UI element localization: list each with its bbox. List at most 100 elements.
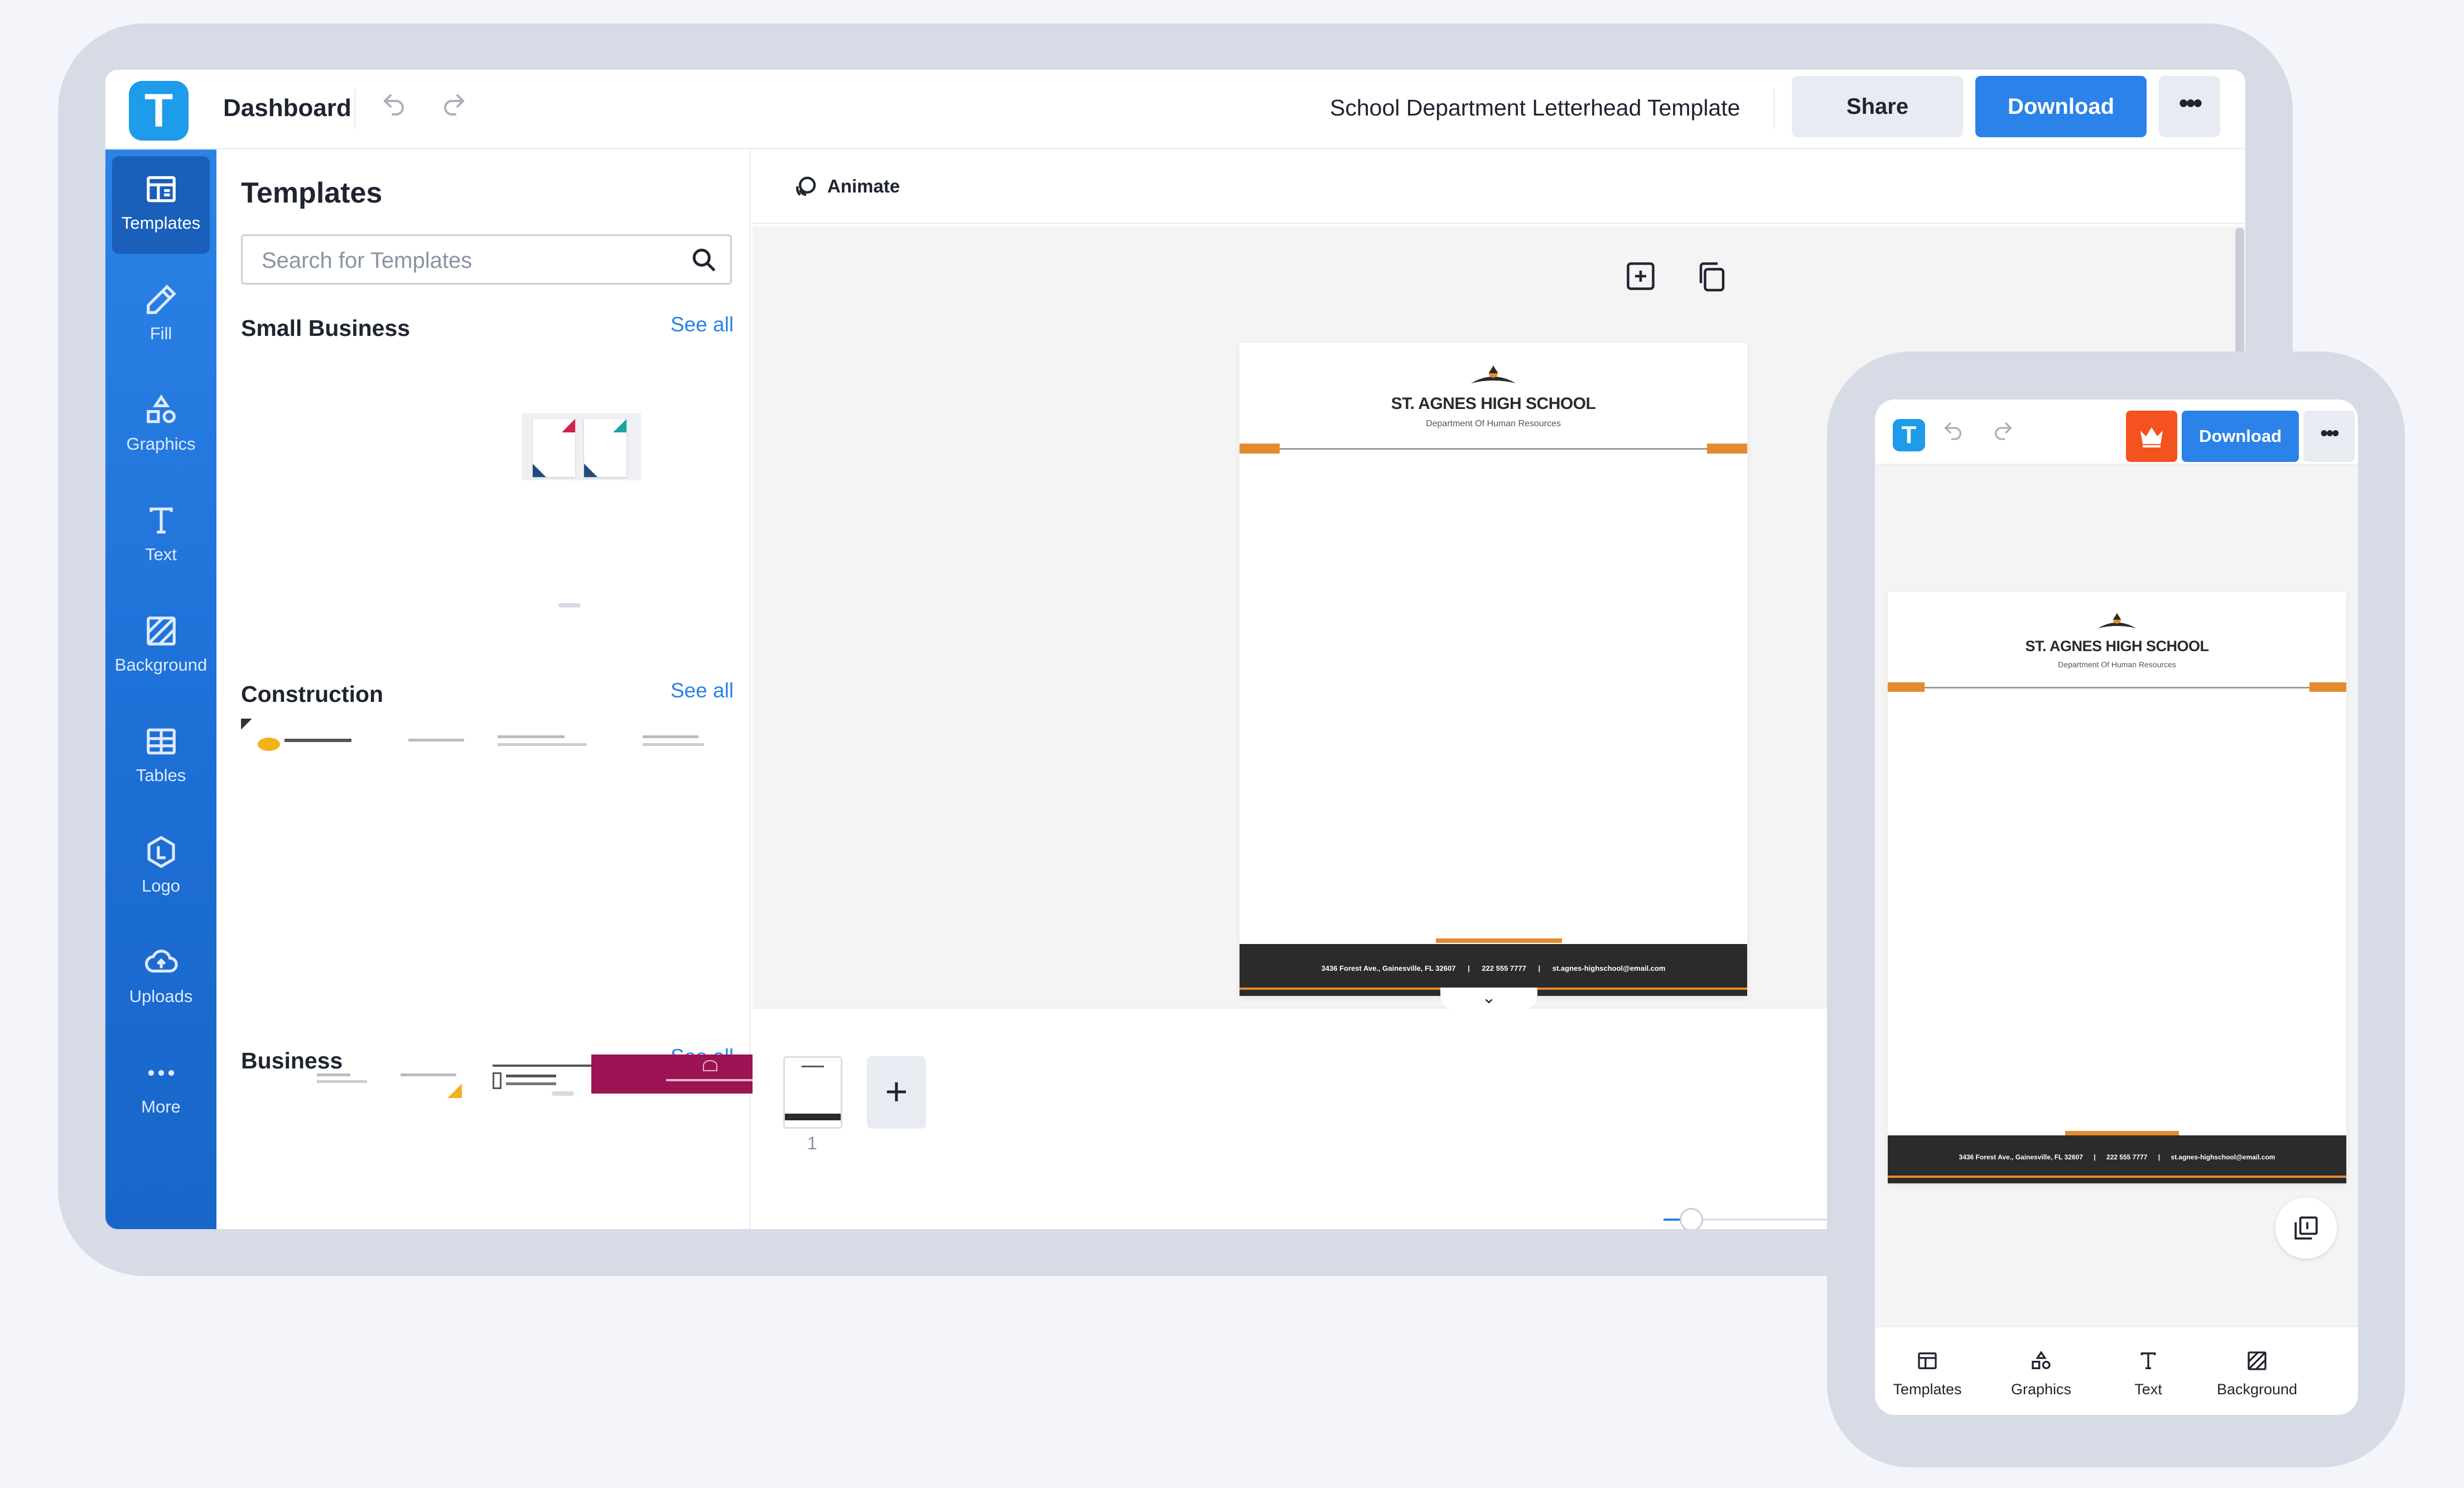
text-icon bbox=[149, 507, 173, 534]
pencil-icon bbox=[146, 285, 176, 314]
footer-separator: | bbox=[2094, 1153, 2096, 1161]
more-options-button[interactable]: ••• bbox=[2159, 76, 2220, 137]
sidebar-item-label: Fill bbox=[150, 324, 172, 343]
letterhead-page[interactable]: ST. AGNES HIGH SCHOOL Department Of Huma… bbox=[1240, 343, 1747, 996]
department-name[interactable]: Department Of Human Resources bbox=[1888, 660, 2346, 669]
nav-item-label: Templates bbox=[1893, 1381, 1962, 1398]
sidebar-item-label: Graphics bbox=[126, 434, 196, 454]
crown-icon bbox=[2140, 427, 2163, 447]
dots-icon bbox=[148, 1070, 174, 1076]
school-emblem-icon bbox=[1471, 365, 1516, 383]
app-logo[interactable]: T bbox=[129, 81, 189, 141]
undo-icon[interactable] bbox=[377, 91, 411, 126]
add-element-icon[interactable] bbox=[1624, 259, 1657, 293]
footer-separator: | bbox=[1538, 964, 1541, 972]
download-button[interactable]: Download bbox=[1975, 76, 2147, 137]
sidebar-item-uploads[interactable]: Uploads bbox=[112, 930, 210, 1027]
editor-toolbar: Animate bbox=[753, 150, 2245, 224]
duplicate-page-icon[interactable] bbox=[1695, 259, 1729, 293]
sidebar-item-label: Uploads bbox=[129, 986, 193, 1006]
footer-separator: | bbox=[1468, 964, 1470, 972]
dashboard-link[interactable]: Dashboard bbox=[223, 94, 351, 122]
sidebar-item-text[interactable]: Text bbox=[112, 488, 210, 585]
footer-phone: 222 555 7777 bbox=[2106, 1153, 2148, 1161]
section-title-construction: Construction bbox=[241, 681, 384, 707]
accent-bar bbox=[1707, 444, 1747, 454]
nav-item-background[interactable]: Background bbox=[2210, 1350, 2304, 1398]
sidebar-item-tables[interactable]: Tables bbox=[112, 709, 210, 806]
logo-icon bbox=[147, 836, 175, 868]
download-button[interactable]: Download bbox=[2182, 411, 2299, 462]
template-thumbnail[interactable] bbox=[522, 413, 641, 480]
phone-frame: T Download ••• ST. AGNES HIGH SCHOOL Dep… bbox=[1827, 351, 2405, 1467]
accent-line bbox=[1888, 1176, 2346, 1178]
department-name[interactable]: Department Of Human Resources bbox=[1240, 419, 1747, 429]
app-logo[interactable]: T bbox=[1893, 419, 1925, 451]
toolbar-divider bbox=[1773, 89, 1775, 129]
phone-screen: T Download ••• ST. AGNES HIGH SCHOOL Dep… bbox=[1875, 399, 2358, 1415]
share-button[interactable]: Share bbox=[1792, 76, 1963, 137]
nav-item-graphics[interactable]: Graphics bbox=[2002, 1350, 2080, 1398]
school-name[interactable]: ST. AGNES HIGH SCHOOL bbox=[1240, 394, 1747, 413]
sidebar-item-more[interactable]: More bbox=[112, 1040, 210, 1138]
hatch-icon bbox=[146, 617, 176, 646]
carousel-indicator bbox=[552, 1091, 574, 1096]
nav-item-label: Graphics bbox=[2010, 1381, 2072, 1398]
search-input[interactable] bbox=[262, 245, 686, 276]
phone-top-bar: T Download ••• bbox=[1875, 399, 2358, 465]
text-icon bbox=[2140, 1352, 2156, 1369]
document-title[interactable]: School Department Letterhead Template bbox=[1330, 95, 1740, 121]
shapes-icon bbox=[146, 394, 176, 423]
pages-button[interactable] bbox=[2275, 1197, 2337, 1259]
sidebar-item-label: Templates bbox=[121, 213, 201, 233]
animate-button[interactable]: Animate bbox=[827, 176, 900, 197]
template-thumbnail[interactable] bbox=[241, 719, 732, 763]
top-bar: T Dashboard School Department Letterhead… bbox=[105, 70, 2245, 150]
premium-button[interactable] bbox=[2126, 411, 2177, 462]
sidebar-item-label: Background bbox=[114, 655, 208, 675]
footer-separator: | bbox=[2158, 1153, 2161, 1161]
templates-panel: Templates Small Business See all › Const… bbox=[216, 150, 850, 1229]
section-title-business: Business bbox=[241, 1048, 343, 1073]
add-page-button[interactable]: + bbox=[867, 1056, 926, 1129]
sidebar-item-label: Tables bbox=[136, 765, 186, 785]
page-number: 1 bbox=[807, 1133, 817, 1153]
undo-icon[interactable] bbox=[1942, 420, 1964, 447]
table-icon bbox=[146, 728, 176, 755]
letterhead-page[interactable]: ST. AGNES HIGH SCHOOL Department Of Huma… bbox=[1888, 592, 2346, 1183]
redo-icon[interactable] bbox=[437, 91, 471, 126]
accent-bar bbox=[2309, 682, 2346, 692]
nav-item-text[interactable]: Text bbox=[2120, 1350, 2176, 1398]
sidebar-item-graphics[interactable]: Graphics bbox=[112, 377, 210, 475]
letterhead-footer[interactable]: 3436 Forest Ave., Gainesville, FL 32607 … bbox=[1888, 1135, 2346, 1183]
school-name[interactable]: ST. AGNES HIGH SCHOOL bbox=[1888, 638, 2346, 655]
accent-bar bbox=[2065, 1131, 2179, 1135]
cloud-upload-icon bbox=[144, 950, 178, 973]
footer-email: st.agnes-highschool@email.com bbox=[1552, 964, 1666, 972]
accent-bar bbox=[1436, 938, 1562, 943]
animate-icon[interactable] bbox=[792, 172, 821, 201]
nav-item-templates[interactable]: Templates bbox=[1888, 1350, 1966, 1398]
footer-phone: 222 555 7777 bbox=[1482, 964, 1526, 972]
sidebar-item-fill[interactable]: Fill bbox=[112, 267, 210, 364]
search-icon[interactable] bbox=[690, 246, 718, 274]
sidebar-item-label: Text bbox=[145, 545, 177, 564]
footer-address: 3436 Forest Ave., Gainesville, FL 32607 bbox=[1321, 964, 1456, 972]
sidebar: Templates Fill Graphics Text Background … bbox=[105, 150, 216, 1229]
header-divider bbox=[1279, 448, 1708, 450]
more-options-button[interactable]: ••• bbox=[2303, 411, 2355, 462]
sidebar-item-templates[interactable]: Templates bbox=[112, 156, 210, 254]
see-all-construction[interactable]: See all bbox=[671, 679, 734, 702]
shapes-icon bbox=[2032, 1350, 2051, 1369]
sidebar-item-background[interactable]: Background bbox=[112, 598, 210, 696]
zoom-slider-handle[interactable] bbox=[1680, 1208, 1703, 1229]
sidebar-item-logo[interactable]: Logo bbox=[112, 819, 210, 917]
page-thumbnail[interactable] bbox=[783, 1056, 842, 1129]
redo-icon[interactable] bbox=[1992, 420, 2014, 447]
see-all-small-business[interactable]: See all bbox=[671, 313, 734, 336]
chevron-down-icon[interactable]: ⌄ bbox=[1440, 988, 1537, 1010]
search-box bbox=[241, 234, 732, 285]
section-title-small-business: Small Business bbox=[241, 315, 411, 341]
templates-icon bbox=[1918, 1352, 1937, 1369]
hatch-icon bbox=[2248, 1351, 2267, 1370]
